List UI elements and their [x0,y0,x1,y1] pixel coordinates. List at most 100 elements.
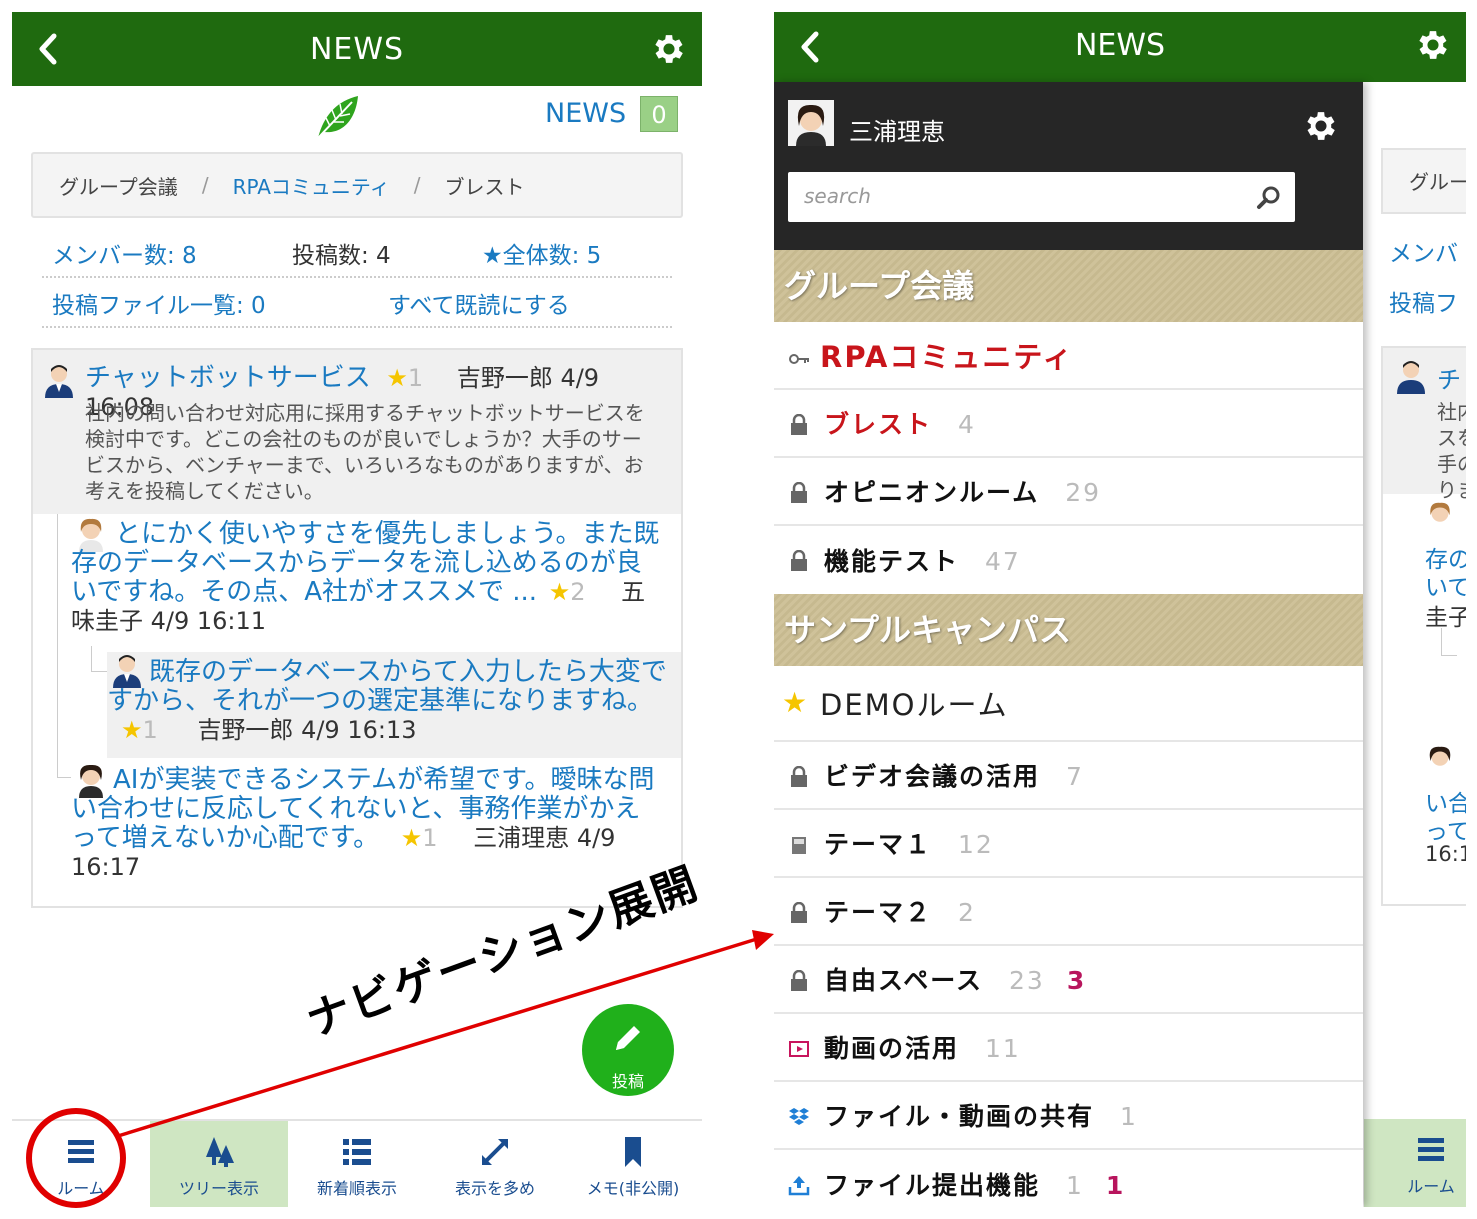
tab-memo[interactable]: メモ(非公開) [564,1121,702,1207]
room-item[interactable]: 機能テスト 47 [774,526,1363,594]
room-count: 23 [1009,966,1045,995]
tab-room[interactable]: ルーム [12,1121,150,1207]
room-count: 12 [958,830,994,859]
post-count: 投稿数: 4 [292,243,391,269]
room-item[interactable]: 動画の活用 11 [774,1014,1363,1082]
star-icon[interactable]: ★ [549,578,571,606]
background-page-peek: グルー メンバ 投稿フ チ 社内 スを 手の りま 存の いて 圭子 い合 って… [1363,82,1466,1207]
room-name: オピニオンルーム 29 [824,478,1102,507]
post-button[interactable]: 投稿 [582,1004,674,1096]
room-item[interactable]: ブレスト 4 [774,390,1363,458]
room-count: 47 [985,547,1021,576]
drawer-header: 三浦理恵 [774,82,1363,250]
room-name: ビデオ会議の活用 7 [824,762,1084,791]
post-meta: 吉野一郎 4/9 16:13 [197,716,417,744]
file-list-link[interactable]: 投稿ファイル一覧: 0 [42,286,388,320]
book-icon [792,837,806,854]
star-count: 1 [407,364,424,392]
group-header[interactable]: サンプルキャンパス [774,594,1363,666]
news-link[interactable]: NEWS [545,98,626,129]
user-name[interactable]: 三浦理恵 [849,112,945,147]
room-item[interactable]: RPAコミュニティ [774,322,1363,390]
menu-icon [68,1140,94,1163]
peek-text: チ [1437,366,1461,394]
room-name: RPAコミュニティ [820,340,1074,374]
tab-expand[interactable]: 表示を多め [426,1121,564,1207]
post-title[interactable]: チャットボットサービス [85,363,371,393]
room-count: 1 [1120,1102,1138,1131]
post-item[interactable]: AIが実装できるシステムが希望です。曖昧な問い合わせに反応してくれないと、事務作… [71,762,677,892]
peek-text: って [1425,819,1466,845]
post-title[interactable]: 既存のデータベースからて入力したら大変ですから、それが一つの選定基準になりますね… [107,657,667,716]
room-name: DEMOルーム [820,688,1009,722]
gear-icon[interactable] [650,30,688,68]
gear-icon[interactable] [1302,107,1340,145]
room-item[interactable]: オピニオンルーム 29 [774,458,1363,526]
app-header: NEWS [12,12,702,86]
member-count-link: メンバ [1389,241,1458,267]
breadcrumb-community[interactable]: RPAコミュニティ [233,171,390,200]
post-item[interactable]: 既存のデータベースからて入力したら大変ですから、それが一つの選定基準になりますね… [107,652,681,758]
tab-expand-label: 表示を多め [454,1179,535,1198]
star-icon[interactable]: ★ [121,716,143,744]
back-chevron-icon[interactable] [34,32,64,66]
search-icon[interactable] [1256,184,1282,210]
room-item[interactable]: ファイル・動画の共有 1 [774,1082,1363,1150]
lock-icon [791,482,807,503]
room-name: テーマ２ 2 [824,898,976,927]
avatar-female-icon[interactable] [788,100,834,146]
post-item[interactable]: チャットボットサービス ★1 吉野一郎 4/9 16:08 社内の問い合わせ対応… [33,350,681,514]
room-name: ブレスト 4 [824,410,976,439]
total-count-link[interactable]: ★全体数: 5 [482,236,601,270]
list-icon [343,1139,371,1165]
star-icon[interactable]: ★ [401,824,423,852]
room-item[interactable]: テーマ１ 12 [774,810,1363,878]
star-icon[interactable]: ★ [386,364,408,392]
search-input[interactable] [788,172,1228,220]
total-count-label: 全体数: 5 [502,243,602,269]
room-item[interactable]: ファイル提出機能 1 1 [774,1150,1363,1207]
lock-icon [791,766,807,787]
lock-icon [791,902,807,923]
post-thread: チ 社内 スを 手の りま 存の いて 圭子 い合 って 16:1 [1381,346,1466,906]
post-body: 社内の問い合わせ対応用に採用するチャットボットサービスを検討中です。どこの会社の… [85,401,645,503]
peek-text: 手の [1437,452,1466,476]
tab-newest-label: 新着順表示 [316,1179,397,1198]
breadcrumb: グループ会議 / RPAコミュニティ / ブレスト [31,152,683,218]
group-header[interactable]: グループ会議 [774,250,1363,322]
gear-icon[interactable] [1414,26,1452,64]
room-name: 動画の活用 11 [824,1034,1021,1063]
post-button-label: 投稿 [611,1072,644,1091]
member-count-link[interactable]: メンバー数: 8 [42,236,292,270]
room-item[interactable]: ★ DEMOルーム [774,666,1363,742]
peek-text: 16:1 [1425,842,1466,866]
tab-room[interactable]: ルーム [1364,1119,1466,1207]
upload-icon [788,1176,810,1196]
room-item[interactable]: テーマ２ 2 [774,878,1363,946]
leaf-logo-icon [317,96,358,139]
room-count: 11 [985,1034,1021,1063]
right-screen: NEWS グルー メンバ 投稿フ チ 社内 スを 手の りま 存の いて 圭子 [774,12,1466,1207]
post-item[interactable]: とにかく使いやすさを優先しましょう。また既存のデータベースからデータを流し込める… [71,516,677,644]
star-icon: ★ [782,686,808,719]
room-item[interactable]: 自由スペース 23 3 [774,946,1363,1014]
lock-icon [791,970,807,991]
news-count-badge: 0 [640,96,678,132]
mark-all-read-link[interactable]: すべて既読にする [388,286,570,320]
tab-tree[interactable]: ツリー表示 [150,1121,288,1207]
star-count: 1 [142,716,158,744]
breadcrumb: グルー [1381,148,1466,214]
room-name: テーマ１ 12 [824,830,994,859]
room-item[interactable]: ビデオ会議の活用 7 [774,742,1363,810]
page-title: NEWS [309,31,405,67]
navigation-drawer: 三浦理恵 グループ会議 RPAコミュニティ ブレスト4 オピニオンルーム29 [774,82,1363,1207]
peek-text: スを [1437,426,1466,450]
breadcrumb-group[interactable]: グループ会議 [59,171,178,200]
star-icon: ★ [482,243,503,269]
sub-bar: NEWS 0 [12,86,702,148]
peek-text: いて [1425,575,1466,601]
room-stats: メンバー数: 8 投稿数: 4 ★全体数: 5 投稿ファイル一覧: 0 すべて既… [42,230,672,328]
peek-text: 社内 [1437,400,1466,424]
tab-newest[interactable]: 新着順表示 [288,1121,426,1207]
bottom-tab-bar: ルーム ツリー表示 新着順表示 表示を多め メモ(非公開) [12,1119,702,1207]
